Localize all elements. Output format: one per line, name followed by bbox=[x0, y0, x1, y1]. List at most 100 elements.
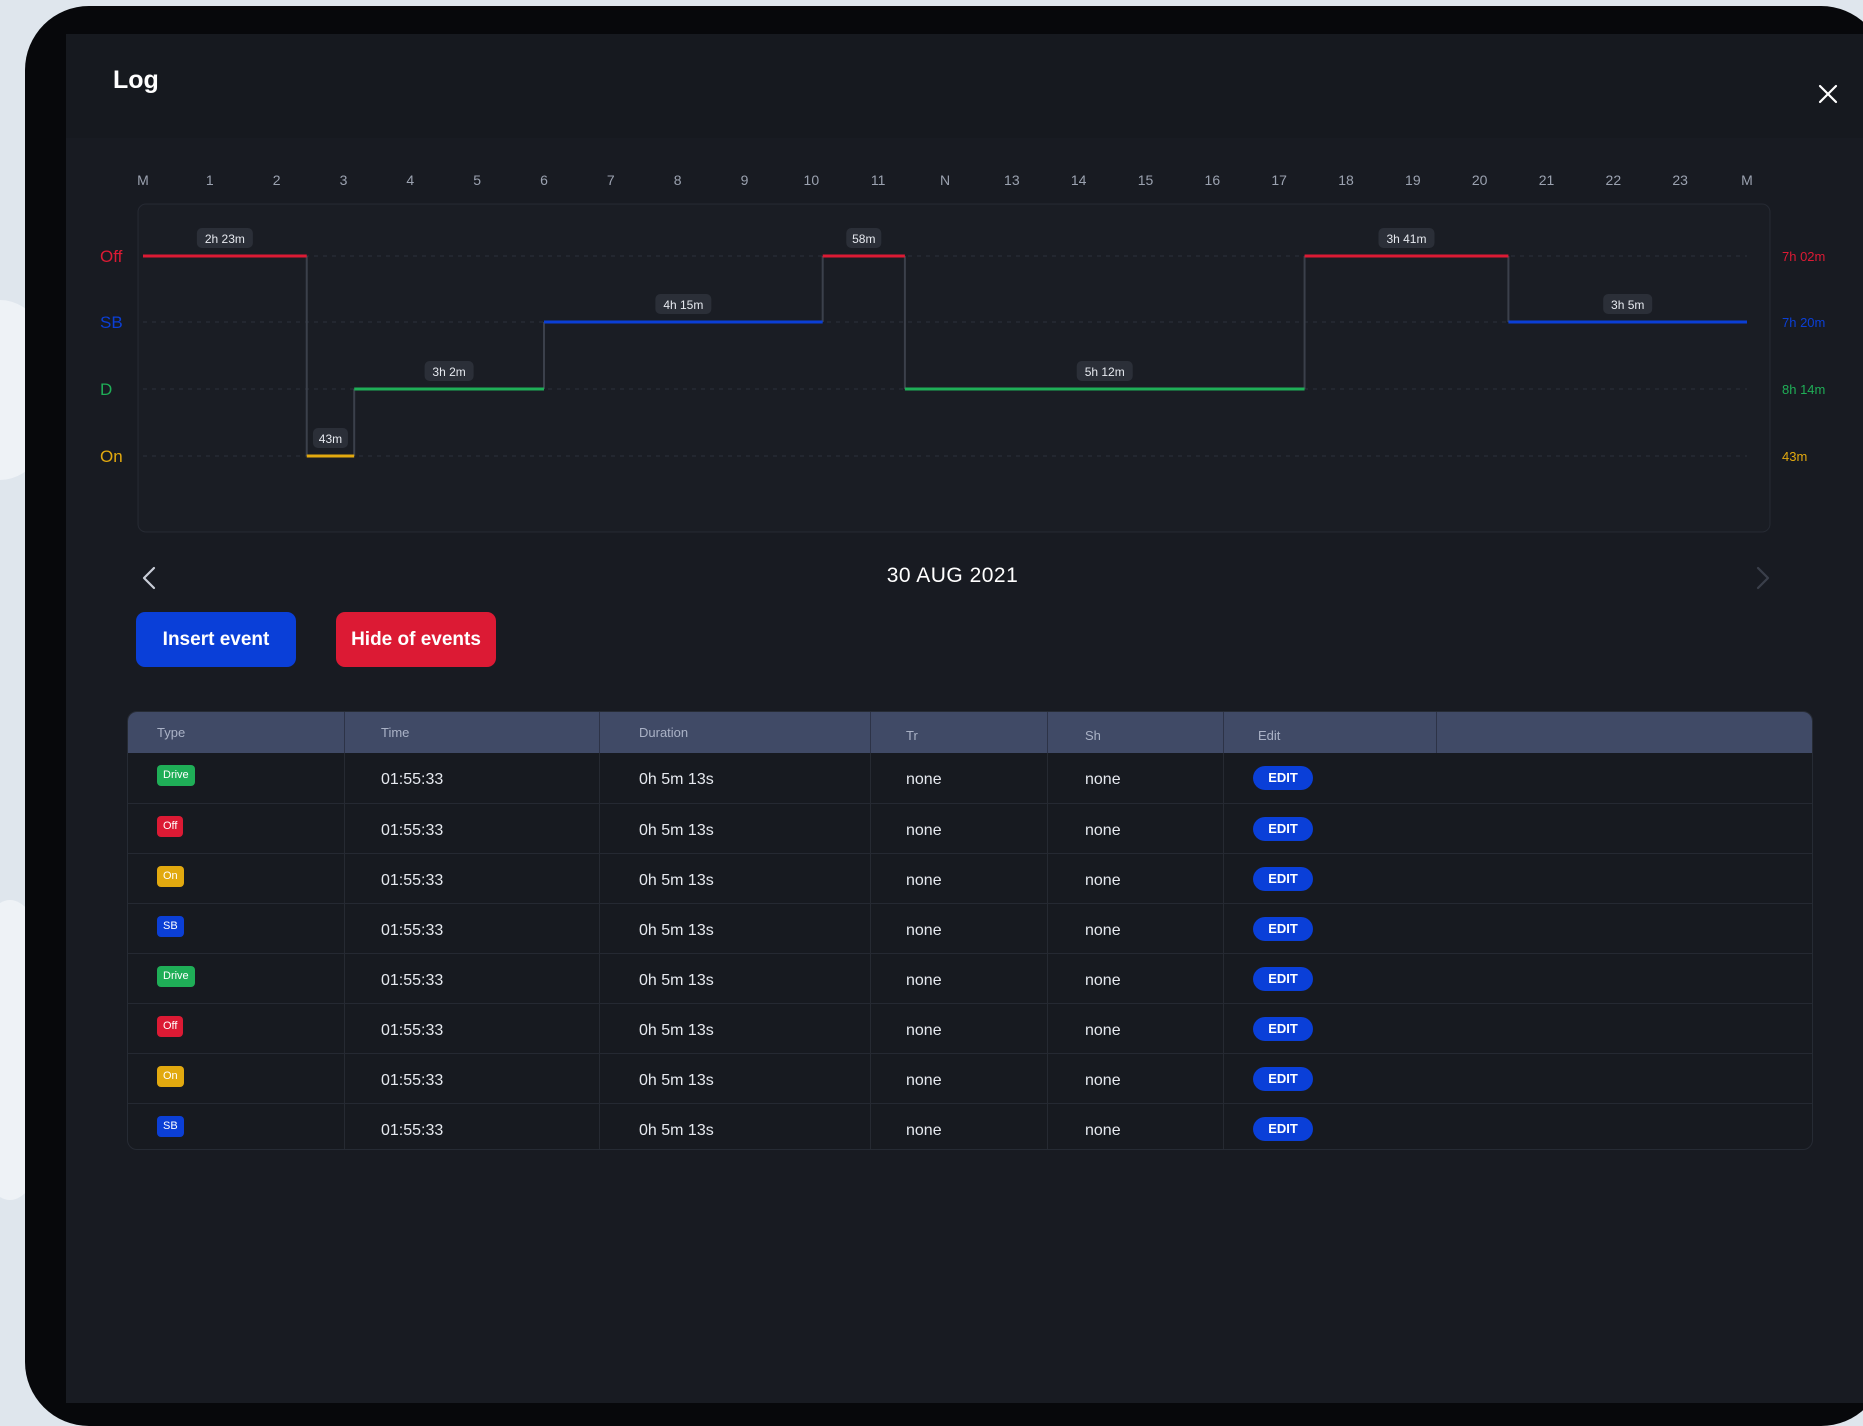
column-header-tr: Tr bbox=[906, 728, 918, 743]
hour-tick-label: 11 bbox=[871, 172, 886, 188]
time-cell: 01:55:33 bbox=[381, 1022, 444, 1039]
hour-tick-label: 20 bbox=[1472, 172, 1488, 188]
hour-tick-label: N bbox=[940, 172, 950, 188]
duration-cell: 0h 5m 13s bbox=[639, 922, 714, 939]
status-badge: On bbox=[157, 866, 184, 887]
duration-label: 2h 23m bbox=[205, 232, 245, 246]
hour-tick-label: 9 bbox=[741, 172, 749, 188]
column-header-time: Time bbox=[381, 725, 410, 740]
sh-cell: none bbox=[1085, 1122, 1121, 1139]
chevron-right-icon bbox=[1756, 566, 1770, 590]
table-row: On 01:55:33 0h 5m 13s none none EDIT bbox=[128, 1053, 1812, 1104]
edit-button[interactable]: EDIT bbox=[1253, 766, 1313, 790]
close-icon bbox=[1818, 84, 1838, 104]
column-header-edit: Edit bbox=[1258, 728, 1281, 743]
log-panel: M 1 2 3 4 5 6 7 8 9 10 11 N 13 14 15 16 17 18 19 20 21 22 23 M Of… bbox=[66, 138, 1863, 1403]
time-cell: 01:55:33 bbox=[381, 922, 444, 939]
time-cell: 01:55:33 bbox=[381, 1072, 444, 1089]
duty-status-chart: M 1 2 3 4 5 6 7 8 9 10 11 N 13 14 15 16 17 18 19 20 21 22 23 MOf… bbox=[66, 138, 1863, 558]
status-badge: SB bbox=[157, 1116, 184, 1137]
duration-cell: 0h 5m 13s bbox=[639, 872, 714, 889]
status-badge: Off bbox=[157, 1016, 184, 1037]
sh-cell: none bbox=[1085, 922, 1121, 939]
hour-tick-label: 7 bbox=[607, 172, 615, 188]
sh-cell: none bbox=[1085, 822, 1121, 839]
date-navigation: 30 AUG 2021 bbox=[66, 558, 1863, 598]
table-row: SB 01:55:33 0h 5m 13s none none EDIT bbox=[128, 1103, 1812, 1149]
column-divider bbox=[599, 712, 600, 753]
duration-cell: 0h 5m 13s bbox=[639, 1022, 714, 1039]
duration-cell: 0h 5m 13s bbox=[639, 972, 714, 989]
table-row: SB 01:55:33 0h 5m 13s none none EDIT bbox=[128, 903, 1812, 954]
hour-tick-label: 23 bbox=[1672, 172, 1688, 188]
sh-cell: none bbox=[1085, 1072, 1121, 1089]
column-divider bbox=[870, 712, 871, 753]
hour-tick-label: 18 bbox=[1338, 172, 1354, 188]
tr-cell: none bbox=[906, 872, 942, 889]
status-row-total: 7h 02m bbox=[1782, 249, 1825, 264]
status-badge: Drive bbox=[157, 765, 195, 786]
status-badge: Off bbox=[157, 816, 184, 837]
status-row-total: 7h 20m bbox=[1782, 315, 1825, 330]
edit-button[interactable]: EDIT bbox=[1253, 967, 1313, 991]
edit-button[interactable]: EDIT bbox=[1253, 817, 1313, 841]
tr-cell: none bbox=[906, 771, 942, 788]
table-row: Off 01:55:33 0h 5m 13s none none EDIT bbox=[128, 803, 1812, 854]
hide-events-button[interactable]: Hide of events bbox=[336, 612, 496, 667]
table-row: Off 01:55:33 0h 5m 13s none none EDIT bbox=[128, 1003, 1812, 1054]
tr-cell: none bbox=[906, 1022, 942, 1039]
duration-cell: 0h 5m 13s bbox=[639, 1122, 714, 1139]
tr-cell: none bbox=[906, 822, 942, 839]
table-row: Drive 01:55:33 0h 5m 13s none none EDIT bbox=[128, 753, 1812, 803]
duration-cell: 0h 5m 13s bbox=[639, 822, 714, 839]
sh-cell: none bbox=[1085, 972, 1121, 989]
hour-tick-label: 17 bbox=[1271, 172, 1287, 188]
hour-tick-label: 10 bbox=[804, 172, 820, 188]
hour-tick-label: 16 bbox=[1205, 172, 1221, 188]
duration-label: 3h 41m bbox=[1386, 232, 1426, 246]
edit-button[interactable]: EDIT bbox=[1253, 1117, 1313, 1141]
duration-cell: 0h 5m 13s bbox=[639, 1072, 714, 1089]
duration-label: 3h 2m bbox=[432, 365, 465, 379]
next-day-button[interactable] bbox=[1746, 562, 1778, 594]
status-badge: Drive bbox=[157, 966, 195, 987]
hour-tick-label: M bbox=[1741, 172, 1753, 188]
log-modal: Log M 1 2 3 4 5 6 7 8 9 10 11 N 13 14 15 16 17 18 19 20 21 22 2… bbox=[66, 34, 1863, 1403]
column-divider bbox=[344, 712, 345, 753]
table-row: Drive 01:55:33 0h 5m 13s none none EDIT bbox=[128, 953, 1812, 1004]
table-row: On 01:55:33 0h 5m 13s none none EDIT bbox=[128, 853, 1812, 904]
date-label: 30 AUG 2021 bbox=[886, 564, 1019, 587]
table-header: Type Time Duration Tr Sh Edit bbox=[128, 712, 1812, 753]
events-table: Type Time Duration Tr Sh Edit Drive 01:55… bbox=[127, 711, 1813, 1150]
column-header-duration: Duration bbox=[639, 725, 689, 740]
column-header-sh: Sh bbox=[1085, 728, 1101, 743]
page-title: Log bbox=[113, 66, 159, 94]
hour-tick-label: 6 bbox=[540, 172, 548, 188]
status-row-label: D bbox=[100, 380, 112, 399]
close-button[interactable] bbox=[1810, 76, 1846, 112]
status-badge: SB bbox=[157, 916, 184, 937]
hour-tick-label: 13 bbox=[1004, 172, 1020, 188]
modal-header: Log bbox=[66, 34, 1863, 139]
hour-tick-label: 4 bbox=[406, 172, 414, 188]
status-row-total: 8h 14m bbox=[1782, 382, 1825, 397]
insert-event-button[interactable]: Insert event bbox=[136, 612, 296, 667]
hour-tick-label: 19 bbox=[1405, 172, 1421, 188]
hour-tick-label: 15 bbox=[1138, 172, 1154, 188]
sh-cell: none bbox=[1085, 771, 1121, 788]
edit-button[interactable]: EDIT bbox=[1253, 867, 1313, 891]
column-divider bbox=[1223, 712, 1224, 753]
tr-cell: none bbox=[906, 972, 942, 989]
hour-tick-label: 14 bbox=[1071, 172, 1087, 188]
time-cell: 01:55:33 bbox=[381, 771, 444, 788]
edit-button[interactable]: EDIT bbox=[1253, 1017, 1313, 1041]
time-cell: 01:55:33 bbox=[381, 872, 444, 889]
hour-tick-label: 2 bbox=[273, 172, 281, 188]
time-cell: 01:55:33 bbox=[381, 1122, 444, 1139]
edit-button[interactable]: EDIT bbox=[1253, 917, 1313, 941]
sh-cell: none bbox=[1085, 1022, 1121, 1039]
duration-label: 3h 5m bbox=[1611, 298, 1644, 312]
edit-button[interactable]: EDIT bbox=[1253, 1067, 1313, 1091]
column-divider bbox=[1047, 712, 1048, 753]
hour-tick-label: 21 bbox=[1539, 172, 1555, 188]
